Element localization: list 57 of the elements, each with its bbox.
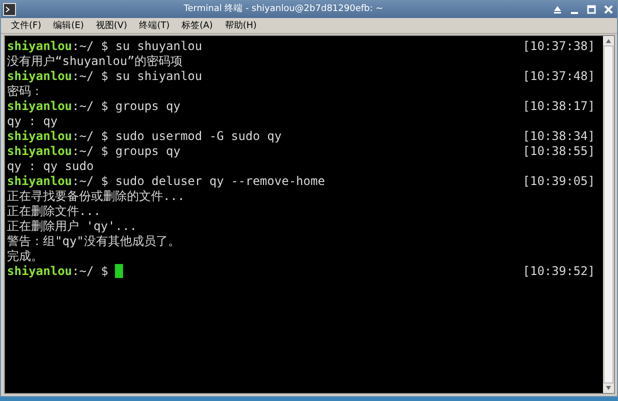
output-text: 正在删除文件... (7, 204, 101, 218)
menu-item[interactable]: 终端(T) (133, 18, 176, 32)
prompt-path: :~/ (72, 174, 94, 188)
timestamp: [10:38:17] (522, 99, 596, 114)
output-text: qy : qy (7, 114, 58, 128)
timestamp: [10:38:55] (522, 144, 596, 159)
command-text: su shiyanlou (115, 69, 202, 83)
output-text: 正在删除用户 'qy'... (7, 219, 137, 233)
timestamp: [10:39:05] (522, 174, 596, 189)
output-text: 没有用户“shuyanlou”的密码项 (7, 54, 182, 68)
prompt-symbol: $ (100, 264, 108, 278)
terminal-icon (3, 3, 16, 16)
menu-item[interactable]: 标签(A) (176, 18, 219, 32)
close-button[interactable] (602, 3, 615, 16)
minimize-icon (571, 12, 578, 14)
command-text: su shuyanlou (115, 39, 202, 53)
menu-item[interactable]: 视图(V) (90, 18, 134, 32)
prompt-user: shiyanlou (7, 174, 72, 188)
output-text: 正在寻找要备份或删除的文件... (7, 189, 185, 203)
close-icon (604, 5, 613, 14)
menu-item[interactable]: 文件(F) (5, 18, 48, 32)
output-text: 警告：组"qy"没有其他成员了。 (7, 234, 180, 248)
menu-item[interactable]: 编辑(E) (47, 18, 90, 32)
prompt-symbol: $ (100, 39, 108, 53)
prompt-symbol: $ (100, 99, 108, 113)
eject-icon (553, 5, 562, 14)
prompt-path: :~/ (72, 129, 94, 143)
timestamp: [10:38:34] (522, 129, 596, 144)
maximize-button[interactable] (585, 3, 598, 16)
prompt-user: shiyanlou (7, 129, 72, 143)
prompt-user: shiyanlou (7, 144, 72, 158)
command-text: sudo deluser qy --remove-home (115, 174, 325, 188)
timestamp: [10:37:48] (522, 69, 596, 84)
menu-item[interactable]: 帮助(H) (218, 18, 263, 32)
prompt-symbol: $ (100, 144, 108, 158)
timestamp: [10:39:52] (522, 264, 596, 279)
output-text: 完成。 (7, 249, 43, 263)
prompt-user: shiyanlou (7, 69, 72, 83)
prompt-user: shiyanlou (7, 264, 72, 278)
prompt-path: :~/ (72, 264, 94, 278)
command-text: groups qy (115, 99, 180, 113)
output-text: 密码： (7, 84, 43, 98)
prompt-user: shiyanlou (7, 99, 72, 113)
output-text: qy : qy sudo (7, 159, 94, 173)
maximize-icon (587, 5, 596, 14)
prompt-path: :~/ (72, 99, 94, 113)
prompt-user: shiyanlou (7, 39, 72, 53)
prompt-symbol: $ (100, 174, 108, 188)
prompt-symbol: $ (100, 69, 108, 83)
prompt-path: :~/ (72, 39, 94, 53)
timestamp: [10:37:38] (522, 39, 596, 54)
command-text: sudo usermod -G sudo qy (115, 129, 282, 143)
prompt-path: :~/ (72, 69, 94, 83)
window-title: Terminal 终端 - shiyanlou@2b7d81290efb: ~ (182, 2, 384, 16)
prompt-path: :~/ (72, 144, 94, 158)
command-text: groups qy (115, 144, 180, 158)
prompt-symbol: $ (100, 129, 108, 143)
